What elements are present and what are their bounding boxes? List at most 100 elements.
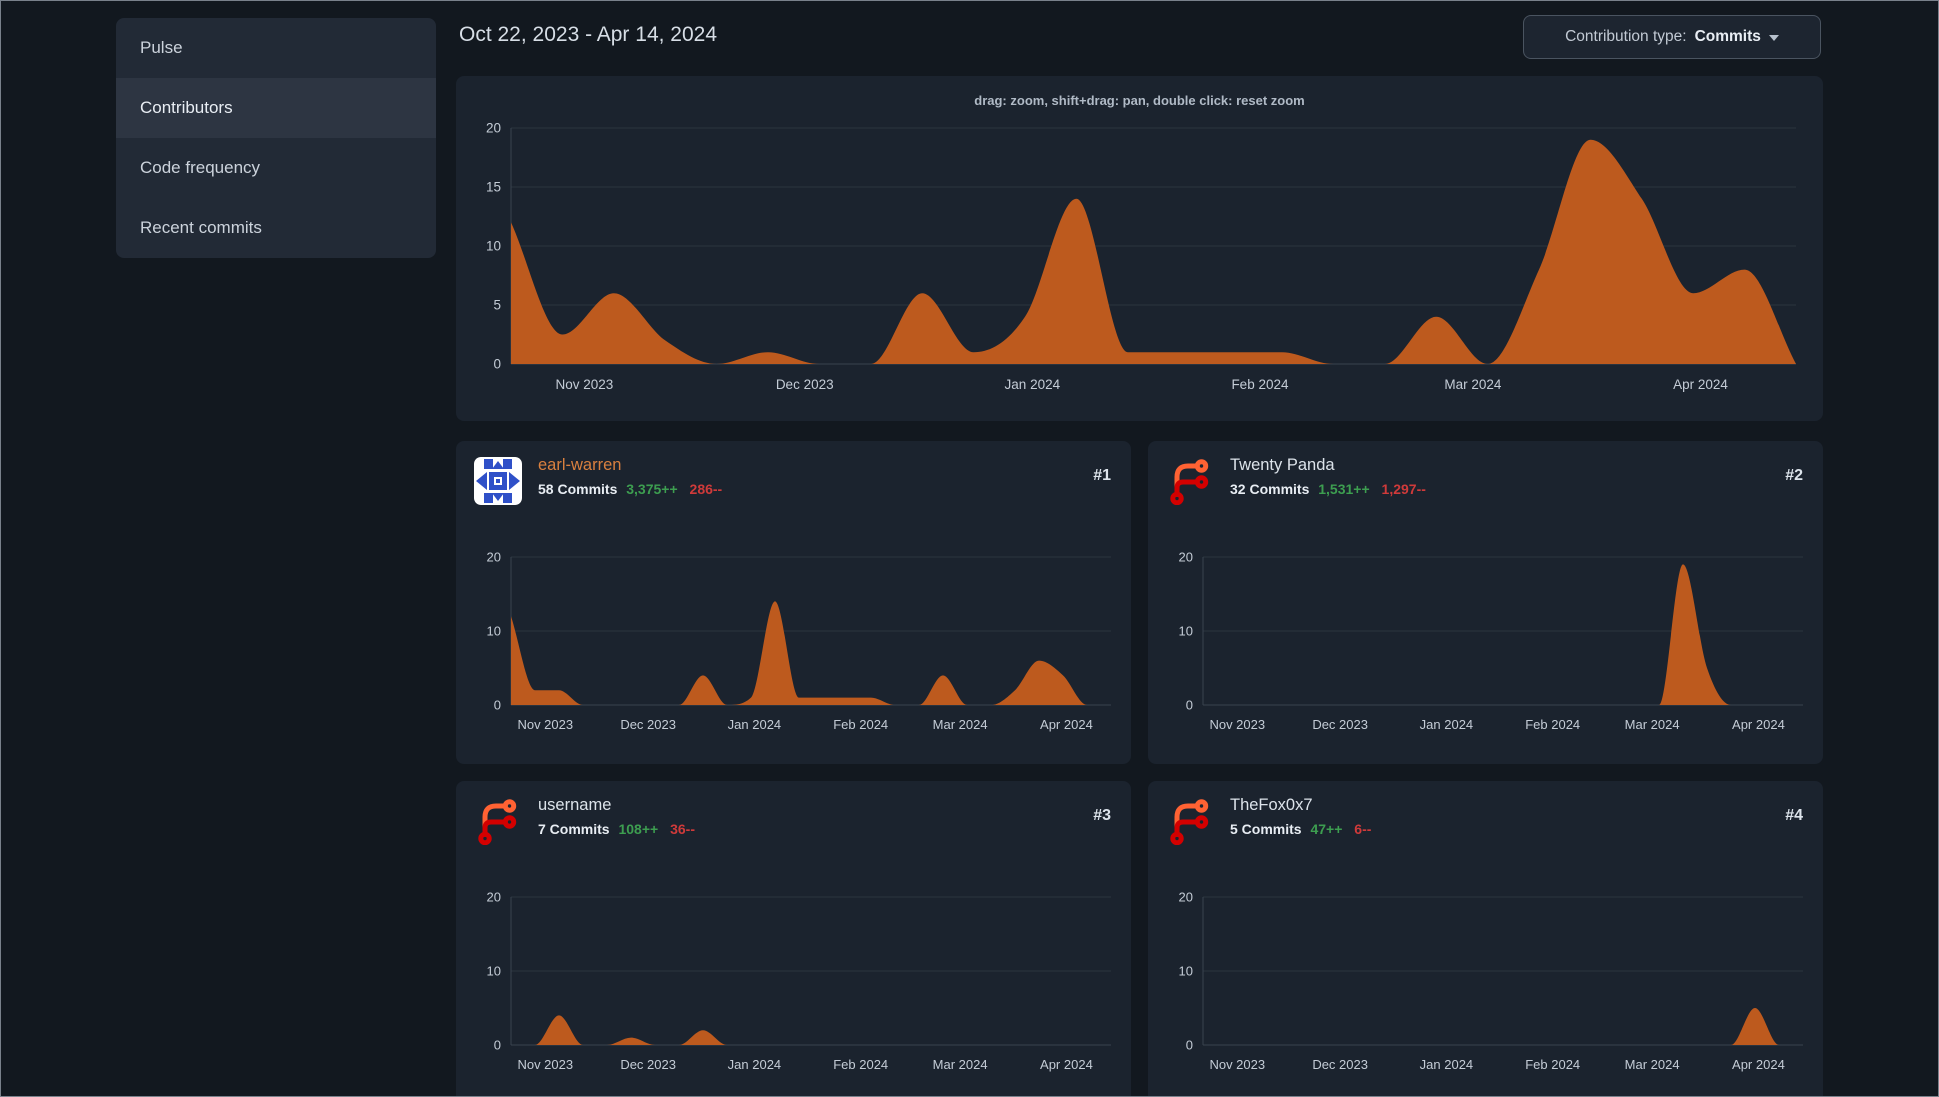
svg-text:20: 20 [487,890,501,905]
svg-text:Nov 2023: Nov 2023 [517,717,573,732]
svg-text:Dec 2023: Dec 2023 [620,717,676,732]
svg-text:5: 5 [493,298,501,313]
contribution-type-label: Contribution type: [1565,28,1687,45]
sidebar-item-contributors[interactable]: Contributors [116,78,436,138]
deletions-count: 1,297-- [1381,481,1426,497]
svg-text:Apr 2024: Apr 2024 [1673,377,1728,392]
additions-count: 1,531++ [1318,481,1370,497]
svg-text:10: 10 [1179,624,1193,639]
svg-text:Mar 2024: Mar 2024 [1625,1057,1680,1072]
svg-text:Nov 2023: Nov 2023 [517,1057,573,1072]
svg-text:Feb 2024: Feb 2024 [833,717,888,732]
svg-text:Mar 2024: Mar 2024 [933,1057,988,1072]
contributor-area-chart[interactable]: 0 10 20 Nov 2023 Dec 2023 Jan 2024 Feb 2024 Mar… [456,526,1131,764]
contributor-stats: 7 Commits 108++ 36-- [538,821,695,837]
svg-text:0: 0 [1186,1038,1193,1053]
svg-text:Jan 2024: Jan 2024 [1005,377,1061,392]
svg-text:Nov 2023: Nov 2023 [1209,717,1265,732]
commit-count: 58 Commits [538,481,618,497]
svg-text:Jan 2024: Jan 2024 [728,717,782,732]
svg-text:Nov 2023: Nov 2023 [1209,1057,1265,1072]
svg-text:20: 20 [487,550,501,565]
contributor-avatar[interactable] [1166,797,1214,845]
svg-text:Apr 2024: Apr 2024 [1732,717,1785,732]
svg-text:Dec 2023: Dec 2023 [776,377,834,392]
contributor-stats: 58 Commits 3,375++ 286-- [538,481,722,497]
contributor-area-chart[interactable]: 0 10 20 Nov 2023 Dec 2023 Jan 2024 Feb 2024 Mar… [456,866,1131,1097]
svg-text:Apr 2024: Apr 2024 [1732,1057,1785,1072]
svg-text:10: 10 [487,964,501,979]
svg-text:0: 0 [493,357,501,372]
svg-text:10: 10 [486,239,501,254]
contributor-rank-badge: #3 [1093,807,1111,824]
contribution-type-value: Commits [1694,28,1761,45]
contributor-name-link[interactable]: username [538,796,611,815]
sidebar-item-label: Pulse [140,38,183,57]
additions-count: 47++ [1310,821,1343,837]
contributor-card: TheFox0x7 5 Commits 47++ 6-- #4 0 10 20 Nov… [1148,781,1823,1097]
overview-chart-card: drag: zoom, shift+drag: pan, double clic… [456,76,1823,421]
chevron-down-icon [1768,35,1779,41]
svg-text:Feb 2024: Feb 2024 [833,1057,888,1072]
contributor-card: Twenty Panda 32 Commits 1,531++ 1,297-- … [1148,441,1823,764]
commit-count: 32 Commits [1230,481,1310,497]
contributor-area-chart[interactable]: 0 10 20 Nov 2023 Dec 2023 Jan 2024 Feb 2024 Mar… [1148,526,1823,764]
svg-text:Mar 2024: Mar 2024 [933,717,988,732]
app-window: Pulse Contributors Code frequency Recent… [0,0,1939,1097]
contributor-rank-badge: #1 [1093,467,1111,484]
sidebar-item-label: Code frequency [140,158,261,177]
contribution-type-dropdown[interactable]: Contribution type: Commits [1523,15,1821,59]
sidebar-item-label: Contributors [140,98,233,117]
additions-count: 108++ [618,821,659,837]
svg-text:Dec 2023: Dec 2023 [1312,1057,1368,1072]
svg-text:10: 10 [1179,964,1193,979]
activity-sidebar-nav: Pulse Contributors Code frequency Recent… [116,18,436,258]
contributor-rank-badge: #4 [1785,807,1803,824]
deletions-count: 36-- [670,821,695,837]
contributor-card: earl-warren 58 Commits 3,375++ 286-- #1 … [456,441,1131,764]
svg-text:Nov 2023: Nov 2023 [556,377,614,392]
contributor-name-link[interactable]: earl-warren [538,456,621,475]
contributor-area-chart[interactable]: 0 10 20 Nov 2023 Dec 2023 Jan 2024 Feb 2024 Mar… [1148,866,1823,1097]
commit-count: 5 Commits [1230,821,1302,837]
contributor-card: username 7 Commits 108++ 36-- #3 0 10 20 No… [456,781,1131,1097]
contributor-avatar[interactable] [1166,457,1214,505]
contributor-name-link[interactable]: Twenty Panda [1230,456,1335,475]
svg-text:Feb 2024: Feb 2024 [1525,717,1580,732]
svg-text:15: 15 [486,180,501,195]
contributor-avatar[interactable] [474,797,522,845]
svg-text:20: 20 [486,121,501,136]
svg-text:Mar 2024: Mar 2024 [1444,377,1502,392]
svg-text:10: 10 [487,624,501,639]
svg-text:Jan 2024: Jan 2024 [1420,1057,1474,1072]
svg-text:Apr 2024: Apr 2024 [1040,1057,1093,1072]
svg-text:Apr 2024: Apr 2024 [1040,717,1093,732]
svg-text:Jan 2024: Jan 2024 [1420,717,1474,732]
svg-text:Feb 2024: Feb 2024 [1231,377,1289,392]
contributor-stats: 32 Commits 1,531++ 1,297-- [1230,481,1426,497]
svg-text:Jan 2024: Jan 2024 [728,1057,782,1072]
date-range-heading: Oct 22, 2023 - Apr 14, 2024 [459,23,718,46]
contributor-rank-badge: #2 [1785,467,1803,484]
sidebar-item-label: Recent commits [140,218,262,237]
sidebar-item-recent-commits[interactable]: Recent commits [116,198,436,258]
deletions-count: 6-- [1354,821,1372,837]
svg-text:Mar 2024: Mar 2024 [1625,717,1680,732]
svg-text:Feb 2024: Feb 2024 [1525,1057,1580,1072]
overview-area-chart[interactable]: 0 5 10 15 20 Nov 2023 Dec 2023 Jan 2024 Feb 2024… [456,106,1823,421]
svg-text:Dec 2023: Dec 2023 [1312,717,1368,732]
contributor-avatar[interactable] [474,457,522,505]
sidebar-item-pulse[interactable]: Pulse [116,18,436,78]
svg-text:0: 0 [494,698,501,713]
sidebar-item-code-frequency[interactable]: Code frequency [116,138,436,198]
svg-text:0: 0 [494,1038,501,1053]
svg-text:0: 0 [1186,698,1193,713]
commit-count: 7 Commits [538,821,610,837]
svg-text:20: 20 [1179,550,1193,565]
contributor-stats: 5 Commits 47++ 6-- [1230,821,1371,837]
additions-count: 3,375++ [626,481,678,497]
svg-text:Dec 2023: Dec 2023 [620,1057,676,1072]
svg-text:20: 20 [1179,890,1193,905]
deletions-count: 286-- [689,481,723,497]
contributor-name-link[interactable]: TheFox0x7 [1230,796,1313,815]
